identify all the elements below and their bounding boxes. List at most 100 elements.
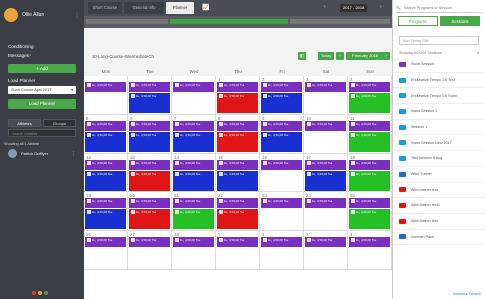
session-event[interactable]: 1L, 4,50,00 Tss — [305, 170, 346, 191]
calendar-day[interactable]: 17 1L, 4,50,00 Tss 1L, 4,50,00 Tss — [304, 153, 348, 193]
calendar-day[interactable]: 3 1L, 4,50,00 Tss — [304, 231, 348, 270]
session-event[interactable]: 1L, 4,50,00 Tss — [349, 170, 390, 191]
session-event[interactable]: 1L, 4,50,00 Tss — [305, 198, 346, 209]
session-event[interactable]: 1L, 4,50,00 Tss — [173, 209, 214, 230]
session-event[interactable]: 1L, 4,50,00 Tss — [261, 93, 302, 113]
nav-conditioning[interactable]: Conditioning — [0, 42, 84, 51]
calendar-day[interactable]: 3 1L, 4,50,00 Tss — [304, 76, 348, 115]
nav-messages[interactable]: Messages● — [0, 51, 84, 60]
calendar-day[interactable]: 28 1L, 4,50,00 Tss — [172, 231, 216, 270]
calendar-day[interactable]: 16 1L, 4,50,00 Tss — [260, 153, 304, 193]
session-item[interactable]: Wind Trainer — [393, 167, 485, 183]
session-event[interactable]: 1L, 4,50,00 Tss — [349, 93, 390, 113]
calendar-day[interactable]: 2 1L, 4,50,00 Tss 1L, 4,50,00 Tss — [260, 76, 304, 115]
tab-sessions[interactable]: Sessions — [440, 16, 480, 26]
calendar-day[interactable]: 1L, 4,50,00 Tss — [172, 76, 216, 115]
calendar-day[interactable]: 11 1L, 4,50,00 Tss 1L, 4,50,00 Tss — [348, 114, 392, 154]
session-item[interactable]: Wind trainer test1 — [393, 198, 485, 214]
calendar-day[interactable]: 12 1L, 4,50,00 Tss 1L, 4,50,00 Tss — [84, 153, 128, 193]
session-event[interactable]: 1L, 4,50,00 Tss — [85, 159, 126, 170]
more-icon[interactable]: ⋮ — [71, 151, 76, 157]
session-event[interactable]: 1L, 4,50,00 Tss — [129, 131, 170, 152]
session-event[interactable]: 1L, 4,50,00 Tss — [217, 159, 258, 170]
session-event[interactable]: 1L, 4,50,00 Tss — [349, 237, 390, 248]
calendar-day[interactable]: 9 1L, 4,50,00 Tss 1L, 4,50,00 Tss — [260, 114, 304, 154]
session-event[interactable]: 1L, 4,50,00 Tss — [85, 131, 126, 152]
calendar-day[interactable]: 19 1L, 4,50,00 Tss 1L, 4,50,00 Tss — [84, 192, 128, 232]
session-event[interactable]: 1L, 4,50,00 Tss — [261, 120, 302, 131]
session-event[interactable]: 1L, 4,50,00 Tss — [349, 198, 390, 209]
calendar-day[interactable]: 27 1L, 4,50,00 Tss — [128, 231, 172, 270]
session-event[interactable]: 1L, 4,50,00 Tss — [349, 120, 390, 131]
calendar-day[interactable]: 10 1L, 4,50,00 Tss — [304, 114, 348, 154]
sort-input[interactable]: Sort Spring Title — [399, 36, 479, 45]
session-event[interactable]: 1L, 4,50,00 Tss — [173, 170, 214, 191]
calendar-day[interactable]: 4 1L, 4,50,00 Tss 1L, 4,50,00 Tss — [348, 76, 392, 115]
chevron-left-icon[interactable]: ‹ — [324, 4, 326, 10]
session-event[interactable]: 1L, 4,50,00 Tss — [173, 131, 214, 152]
session-event[interactable]: 1L, 4,50,00 Tss — [129, 82, 170, 92]
add-button[interactable]: + Add — [8, 64, 76, 73]
session-item[interactable]: Endurance Tempo 3.6 Swim — [393, 88, 485, 105]
prev-month-button[interactable]: ‹ — [336, 52, 344, 60]
session-item[interactable]: Test Session 8 Aug — [393, 151, 485, 167]
session-event[interactable]: 1L, 4,50,00 Tss — [305, 120, 346, 131]
calendar-day[interactable]: 22 1L, 4,50,00 Tss 1L, 4,50,00 Tss — [216, 192, 260, 232]
calendar-day[interactable]: 21 1L, 4,50,00 Tss 1L, 4,50,00 Tss — [172, 192, 216, 232]
session-event[interactable]: 1L, 4,50,00 Tss — [261, 159, 302, 170]
session-event[interactable]: 1L, 4,50,00 Tss — [349, 131, 390, 152]
session-event[interactable]: 1L, 4,50,00 Tss — [85, 82, 126, 92]
session-event[interactable]: 1L, 4,50,00 Tss — [349, 159, 390, 170]
session-event[interactable]: 1L, 4,50,00 Tss — [129, 170, 170, 191]
calendar-day[interactable]: 15 1L, 4,50,00 Tss 1L, 4,50,00 Tss — [216, 153, 260, 193]
session-event[interactable]: 1L, 4,50,00 Tss — [129, 159, 170, 170]
session-event[interactable]: 1L, 4,50,00 Tss — [85, 237, 126, 248]
tab-short-course[interactable]: Short Course — [88, 2, 122, 14]
load-planner-button[interactable]: Load Planner — [8, 99, 76, 109]
session-item[interactable]: Swim Session — [393, 57, 485, 73]
session-event[interactable]: 1L, 4,50,00 Tss — [85, 209, 126, 230]
session-event[interactable]: 1L, 4,50,00 Tss — [349, 82, 390, 92]
location-pin-icon[interactable]: ● — [477, 51, 479, 55]
calendar-day[interactable]: 1 1L, 4,50,00 Tss 1L, 4,50,00 Tss — [216, 76, 260, 115]
timeline-strip[interactable] — [84, 16, 392, 28]
session-event[interactable]: 1L, 4,50,00 Tss — [261, 198, 302, 209]
calendar-day[interactable]: 23 1L, 4,50,00 Tss — [260, 192, 304, 232]
session-event[interactable]: 1L, 4,50,00 Tss — [173, 120, 214, 131]
tab-planner[interactable]: Planner — [166, 2, 194, 14]
session-item[interactable]: Swim Session 1 — [393, 104, 485, 120]
advance-search-link[interactable]: Advance Search — [453, 292, 481, 296]
calendar-day[interactable]: 18 1L, 4,50,00 Tss 1L, 4,50,00 Tss — [348, 153, 392, 193]
session-event[interactable]: 1L, 4,50,00 Tss — [217, 131, 258, 152]
session-event[interactable]: 1L, 4,50,00 Tss — [305, 159, 346, 170]
calendar-day[interactable]: 6 1L, 4,50,00 Tss 1L, 4,50,00 Tss — [128, 114, 172, 154]
session-item[interactable]: Endurance Tempo 3.6 Test — [393, 73, 485, 89]
session-event[interactable]: 1L, 4,50,00 Tss — [305, 82, 346, 92]
load-planner-select[interactable]: Short Course April 2017 ▾ — [8, 86, 76, 94]
session-event[interactable]: 1L, 4,50,00 Tss — [129, 93, 170, 113]
calendar-day[interactable]: 20 1L, 4,50,00 Tss 1L, 4,50,00 Tss — [128, 192, 172, 232]
session-event[interactable]: 1L, 4,50,00 Tss — [85, 120, 126, 131]
calendar-day[interactable]: 2 1L, 4,50,00 Tss — [260, 231, 304, 270]
calendar-day[interactable]: 13 1L, 4,50,00 Tss 1L, 4,50,00 Tss — [128, 153, 172, 193]
calendar-day[interactable]: 4 1L, 4,50,00 Tss — [348, 231, 392, 270]
graph-icon[interactable]: 📈 — [202, 4, 209, 11]
calendar-day[interactable]: 7 1L, 4,50,00 Tss 1L, 4,50,00 Tss — [172, 114, 216, 154]
program-search-input[interactable]: 🔍 Search Programs or Session — [396, 3, 482, 13]
more-icon[interactable]: ⋮ — [74, 12, 80, 19]
session-event[interactable]: 1L, 4,50,00 Tss — [217, 93, 258, 113]
session-event[interactable]: 1L, 4,50,00 Tss — [261, 131, 302, 152]
session-event[interactable]: 1L, 4,50,00 Tss — [173, 82, 214, 92]
calendar-day[interactable]: 1L, 4,50,00 Tss 1L, 4,50,00 Tss — [128, 76, 172, 115]
calendar-day[interactable]: 14 1L, 4,50,00 Tss 1L, 4,50,00 Tss — [172, 153, 216, 193]
session-event[interactable]: 1L, 4,50,00 Tss — [261, 82, 302, 92]
session-event[interactable]: 1L, 4,50,00 Tss — [261, 237, 302, 248]
session-event[interactable]: 1L, 4,50,00 Tss — [173, 198, 214, 209]
year-selector[interactable]: 2017 - 2018 — [340, 4, 368, 12]
tab-groups[interactable]: Groups — [43, 119, 76, 127]
session-event[interactable]: 1L, 4,50,00 Tss — [173, 159, 214, 170]
session-event[interactable]: 1L, 4,50,00 Tss — [173, 237, 214, 248]
session-event[interactable]: 1L, 4,50,00 Tss — [305, 237, 346, 248]
session-event[interactable]: 1L, 4,50,00 Tss — [217, 120, 258, 131]
session-item[interactable]: Session 1 — [393, 120, 485, 136]
